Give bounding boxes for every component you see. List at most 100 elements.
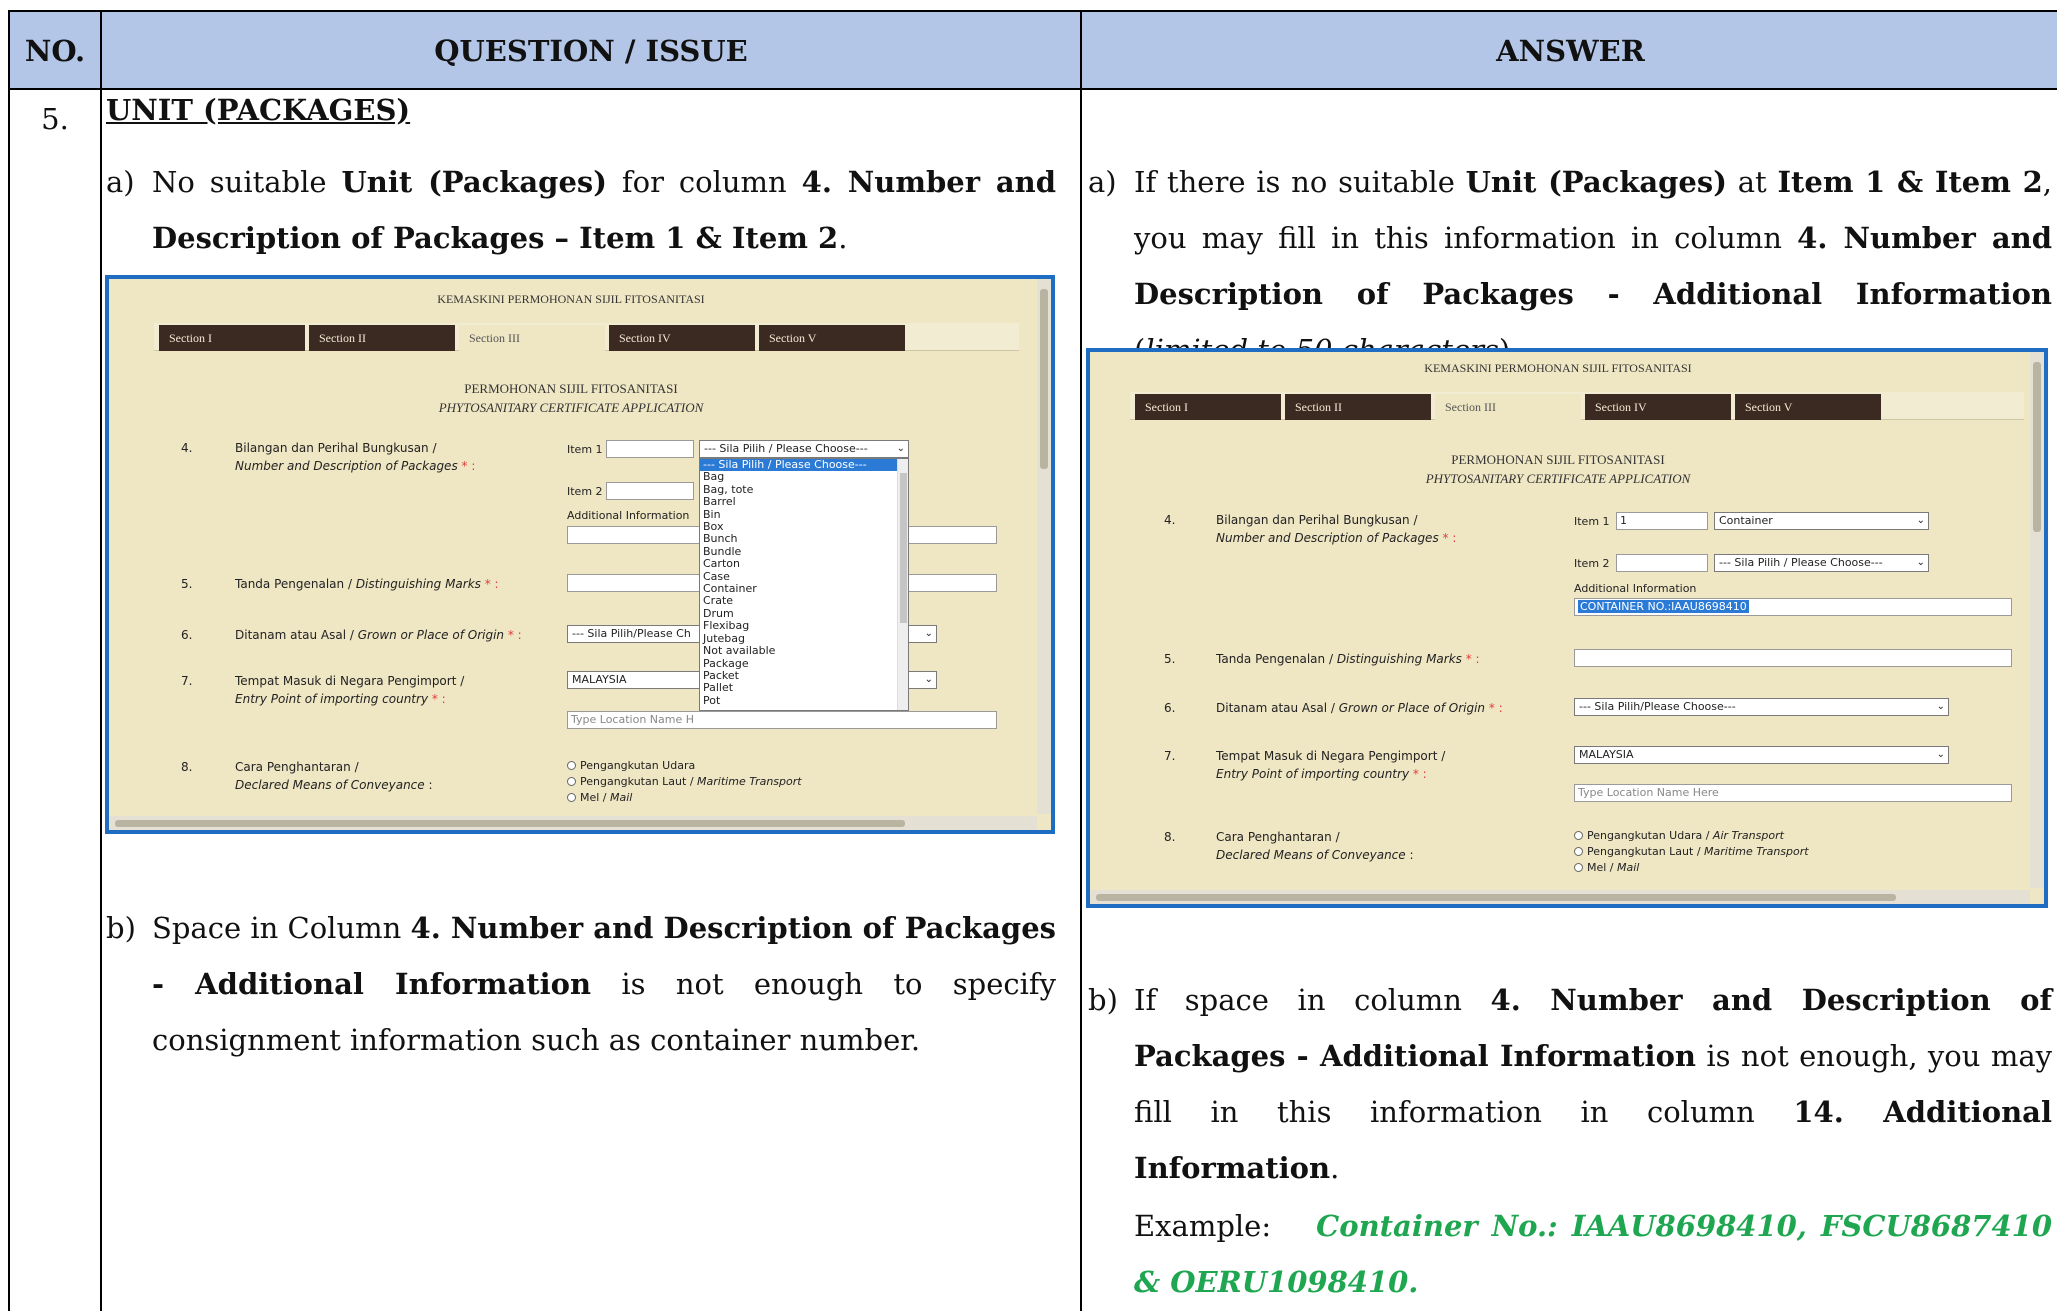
field-5-label-en: Distinguishing Marks [355, 577, 481, 591]
horizontal-scrollbar[interactable] [109, 816, 1037, 830]
tab-section-5[interactable]: Section V [1735, 394, 1881, 420]
additional-info-label: Additional Information [567, 509, 690, 522]
question-b-text: Space in Column [152, 911, 411, 945]
tab-section-5[interactable]: Section V [759, 325, 905, 351]
dropdown-option[interactable]: Barrel [700, 495, 908, 508]
example-value: Container No.: IAAU8698410, FSCU8687410 … [1134, 1209, 2052, 1299]
tab-section-4[interactable]: Section IV [609, 325, 755, 351]
answer-a-text: at [1726, 165, 1778, 199]
dropdown-scroll-thumb[interactable] [900, 473, 907, 623]
dropdown-option[interactable]: --- Sila Pilih / Please Choose--- [700, 458, 908, 472]
field-5-label-my: Tanda Pengenalan / [1216, 652, 1337, 666]
radio-sea[interactable]: Pengangkutan Laut / Maritime Transport [567, 774, 802, 789]
radio-mail[interactable]: Mel / Mail [1574, 860, 1639, 875]
field-4-number: 4. [181, 441, 193, 455]
item1-unit-select[interactable]: --- Sila Pilih / Please Choose--- ⌄ [699, 440, 909, 458]
field-6-label: Ditanam atau Asal / Grown or Place of Or… [1216, 699, 1503, 717]
scroll-thumb[interactable] [2033, 362, 2041, 532]
radio-sea[interactable]: Pengangkutan Laut / Maritime Transport [1574, 844, 1809, 859]
item1-unit-select[interactable]: Container ⌄ [1714, 512, 1929, 530]
scroll-thumb[interactable] [1096, 894, 1896, 901]
answer-a: a) If there is no suitable Unit (Package… [1088, 154, 2052, 378]
answer-a-bold: Unit (Packages) [1465, 165, 1727, 199]
question-a: a) No suitable Unit (Packages) for colum… [106, 154, 1056, 266]
required-marker: * : [504, 628, 522, 642]
radio-air-label: Pengangkutan Udara / [1587, 829, 1713, 842]
question-a-text: No suitable [152, 165, 342, 199]
answer-a-label: a) [1088, 165, 1117, 199]
item1-unit-value: --- Sila Pilih / Please Choose--- [704, 442, 868, 455]
scroll-thumb[interactable] [1040, 289, 1048, 469]
form-heading: PERMOHONAN SIJIL FITOSANITASI PHYTOSANIT… [109, 379, 1033, 417]
radio-mail[interactable]: Mel / Mail [567, 790, 632, 805]
example: Example: Container No.: IAAU8698410, FSC… [1134, 1198, 2052, 1310]
tab-section-4[interactable]: Section IV [1585, 394, 1731, 420]
field-8-label-en: Declared Means of Conveyance [235, 778, 425, 792]
location-input[interactable]: Type Location Name Here [1574, 784, 2012, 802]
tab-section-1[interactable]: Section I [159, 325, 305, 351]
form-heading-en: PHYTOSANITARY CERTIFICATE APPLICATION [438, 400, 704, 415]
item2-qty-input[interactable] [606, 482, 694, 500]
answer-a-bold: Item 1 & Item 2 [1777, 165, 2043, 199]
additional-info-input[interactable]: CONTAINER NO.:IAAU8698410 [1574, 598, 2012, 616]
dropdown-option[interactable]: Bin [700, 508, 908, 521]
horizontal-scrollbar[interactable] [1090, 890, 2030, 904]
tab-section-2[interactable]: Section II [1285, 394, 1431, 420]
radio-sea-label-en: Maritime Transport [1704, 845, 1809, 858]
dropdown-option[interactable]: Not available [700, 644, 908, 657]
radio-circle-icon [1574, 847, 1583, 856]
required-marker: * : [1485, 701, 1503, 715]
origin-select[interactable]: --- Sila Pilih/Please Choose--- ⌄ [1574, 698, 1949, 716]
field-7-number: 7. [1164, 749, 1176, 763]
radio-air-label: Pengangkutan Udara [580, 759, 696, 772]
radio-mail-label: Mel / [1587, 861, 1618, 874]
item1-qty-input[interactable]: 1 [1616, 512, 1708, 530]
form-heading: PERMOHONAN SIJIL FITOSANITASI PHYTOSANIT… [1090, 450, 2026, 488]
field-5-label-my: Tanda Pengenalan / [235, 577, 356, 591]
dropdown-option[interactable]: Pallet [700, 681, 908, 694]
scroll-thumb[interactable] [115, 820, 905, 827]
answer-b-text: If space in column [1134, 983, 1491, 1017]
entry-point-value: MALAYSIA [1579, 748, 1634, 761]
field-4-label: Bilangan dan Perihal Bungkusan / Number … [235, 439, 475, 475]
chevron-down-icon: ⌄ [896, 443, 905, 454]
tab-section-1[interactable]: Section I [1135, 394, 1281, 420]
entry-point-select[interactable]: MALAYSIA ⌄ [1574, 746, 1949, 764]
required-marker: * : [428, 692, 446, 706]
chevron-down-icon: ⌄ [1936, 701, 1945, 712]
example-label: Example: [1134, 1209, 1272, 1243]
chevron-down-icon: ⌄ [924, 674, 933, 685]
dropdown-option[interactable]: Flexibag [700, 619, 908, 632]
item2-unit-select[interactable]: --- Sila Pilih / Please Choose--- ⌄ [1714, 554, 1929, 572]
field-7-label: Tempat Masuk di Negara Pengimport / Entr… [235, 672, 464, 708]
dropdown-scrollbar[interactable] [897, 459, 908, 710]
vertical-scrollbar[interactable] [2030, 352, 2044, 888]
unit-dropdown-list[interactable]: --- Sila Pilih / Please Choose--- Bag Bag,… [699, 458, 909, 711]
dropdown-option[interactable]: Pot [700, 694, 908, 707]
radio-air[interactable]: Pengangkutan Udara / Air Transport [1574, 828, 1784, 843]
radio-air[interactable]: Pengangkutan Udara [567, 758, 695, 773]
tab-section-3[interactable]: Section III [459, 325, 605, 351]
field-8-label: Cara Penghantaran / Declared Means of Co… [1216, 828, 1414, 864]
radio-sea-label-en: Maritime Transport [697, 775, 802, 788]
item2-qty-input[interactable] [1616, 554, 1708, 572]
field-7-label-en: Entry Point of importing country [235, 692, 429, 706]
radio-sea-label: Pengangkutan Laut / [1587, 845, 1705, 858]
dropdown-option[interactable]: Bag [700, 470, 908, 483]
tab-bar: Section I Section II Section III Section… [154, 323, 1019, 351]
dropdown-option[interactable]: Carton [700, 557, 908, 570]
field-5-label: Tanda Pengenalan / Distinguishing Marks … [1216, 650, 1480, 668]
additional-info-label: Additional Information [1574, 582, 1697, 595]
vertical-scrollbar[interactable] [1037, 279, 1051, 814]
form-heading-en: PHYTOSANITARY CERTIFICATE APPLICATION [1425, 471, 1691, 486]
field-8-label-my: Cara Penghantaran / [1216, 830, 1340, 844]
distinguishing-marks-input[interactable] [1574, 649, 2012, 667]
tab-section-3[interactable]: Section III [1435, 394, 1581, 420]
dropdown-option[interactable]: Bunch [700, 533, 908, 546]
location-input[interactable]: Type Location Name H [567, 711, 997, 729]
item1-qty-input[interactable] [606, 440, 694, 458]
field-6-label-en: Grown or Place of Origin [357, 628, 505, 642]
field-6-number: 6. [1164, 701, 1176, 715]
tab-section-2[interactable]: Section II [309, 325, 455, 351]
dropdown-option[interactable]: Crate [700, 595, 908, 608]
